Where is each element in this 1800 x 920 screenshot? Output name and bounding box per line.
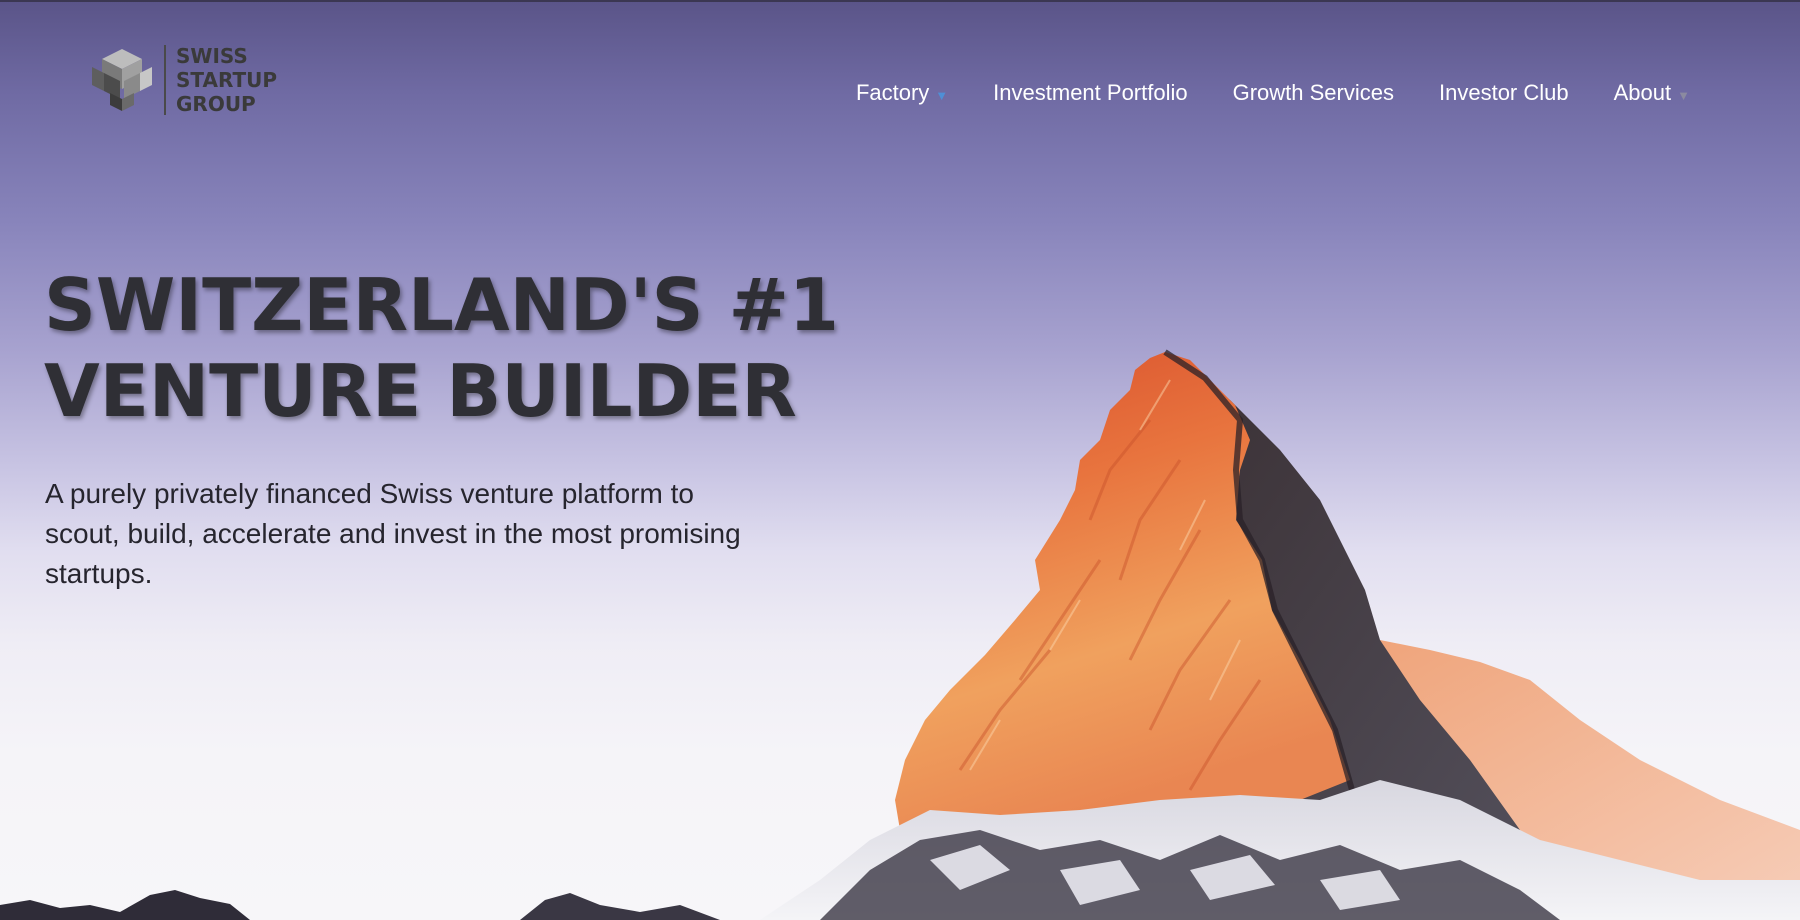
main-navigation: Factory ▼ Investment Portfolio Growth Se… xyxy=(856,80,1690,106)
logo-divider xyxy=(164,45,166,115)
hero-headline: SWITZERLAND'S #1 VENTURE BUILDER xyxy=(44,262,839,434)
nav-item-label: Investor Club xyxy=(1439,80,1569,105)
nav-item-investor-club[interactable]: Investor Club xyxy=(1439,80,1569,106)
swiss-startup-group-logo[interactable]: SWISS STARTUP GROUP xyxy=(90,44,277,116)
cube-logo-icon xyxy=(92,49,152,111)
hero-section xyxy=(0,0,1800,920)
nav-item-about[interactable]: About ▼ xyxy=(1614,80,1690,106)
top-border-line xyxy=(0,0,1800,2)
logo-line-swiss: SWISS xyxy=(176,44,248,68)
logo-line-startup: STARTUP xyxy=(176,68,278,92)
mountain-background-image xyxy=(0,349,1800,920)
nav-item-label: Growth Services xyxy=(1232,80,1394,105)
nav-item-label: About xyxy=(1613,80,1672,105)
nav-item-growth-services[interactable]: Growth Services xyxy=(1233,80,1394,106)
logo-line-group: GROUP xyxy=(176,92,256,116)
nav-item-investment-portfolio[interactable]: Investment Portfolio xyxy=(993,80,1187,106)
nav-item-label: Investment Portfolio xyxy=(993,80,1188,105)
hero-subtext: A purely privately financed Swiss ventur… xyxy=(45,478,741,589)
hero-headline-line-1: SWITZERLAND'S #1 xyxy=(44,263,840,347)
chevron-down-icon: ▼ xyxy=(935,87,949,103)
nav-item-factory[interactable]: Factory ▼ xyxy=(856,80,948,106)
chevron-down-icon: ▼ xyxy=(1677,87,1690,103)
nav-item-label: Factory xyxy=(855,80,930,105)
hero-headline-line-2: VENTURE BUILDER xyxy=(44,349,797,433)
logo-wordmark: SWISS STARTUP GROUP xyxy=(176,44,277,116)
